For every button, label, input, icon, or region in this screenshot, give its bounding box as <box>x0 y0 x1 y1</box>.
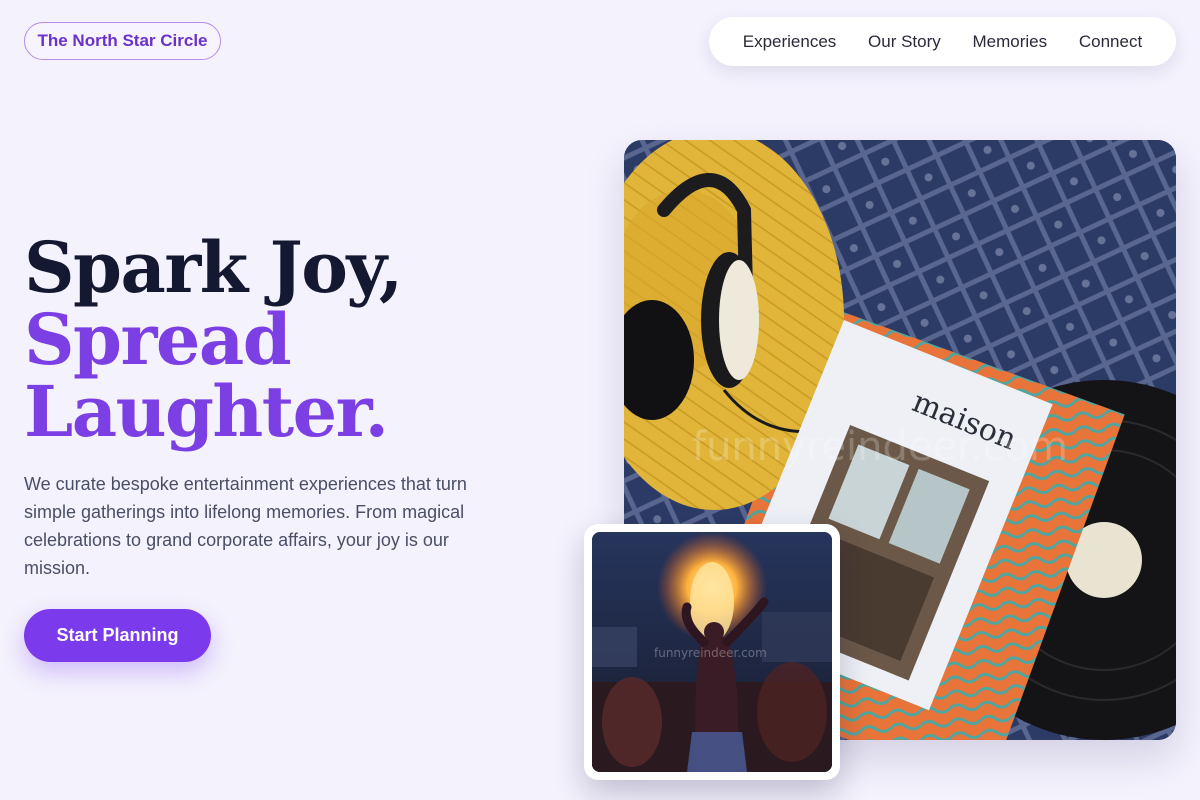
main-nav: Experiences Our Story Memories Connect <box>709 17 1176 66</box>
brand-logo[interactable]: The North Star Circle <box>24 22 221 60</box>
hero-title-line-3: Laughter. <box>24 370 389 453</box>
nav-item-our-story[interactable]: Our Story <box>858 28 951 56</box>
nav-item-connect[interactable]: Connect <box>1069 28 1152 56</box>
hero-title: Spark Joy, Spread Laughter. <box>24 226 403 453</box>
nav-item-memories[interactable]: Memories <box>963 28 1058 56</box>
hero-title-line-2: Spread <box>24 298 292 381</box>
hero-title-line-1: Spark Joy, <box>24 226 403 309</box>
main-photo-watermark: funnyreindeer.com <box>692 424 1068 470</box>
hero-description: We curate bespoke entertainment experien… <box>24 474 467 578</box>
start-planning-button[interactable]: Start Planning <box>24 609 211 662</box>
secondary-photo-card: funnyreindeer.com <box>584 524 840 780</box>
small-photo-watermark: funnyreindeer.com <box>654 646 767 660</box>
nav-item-experiences[interactable]: Experiences <box>733 28 847 56</box>
fire-performer-photo: funnyreindeer.com <box>592 532 832 772</box>
